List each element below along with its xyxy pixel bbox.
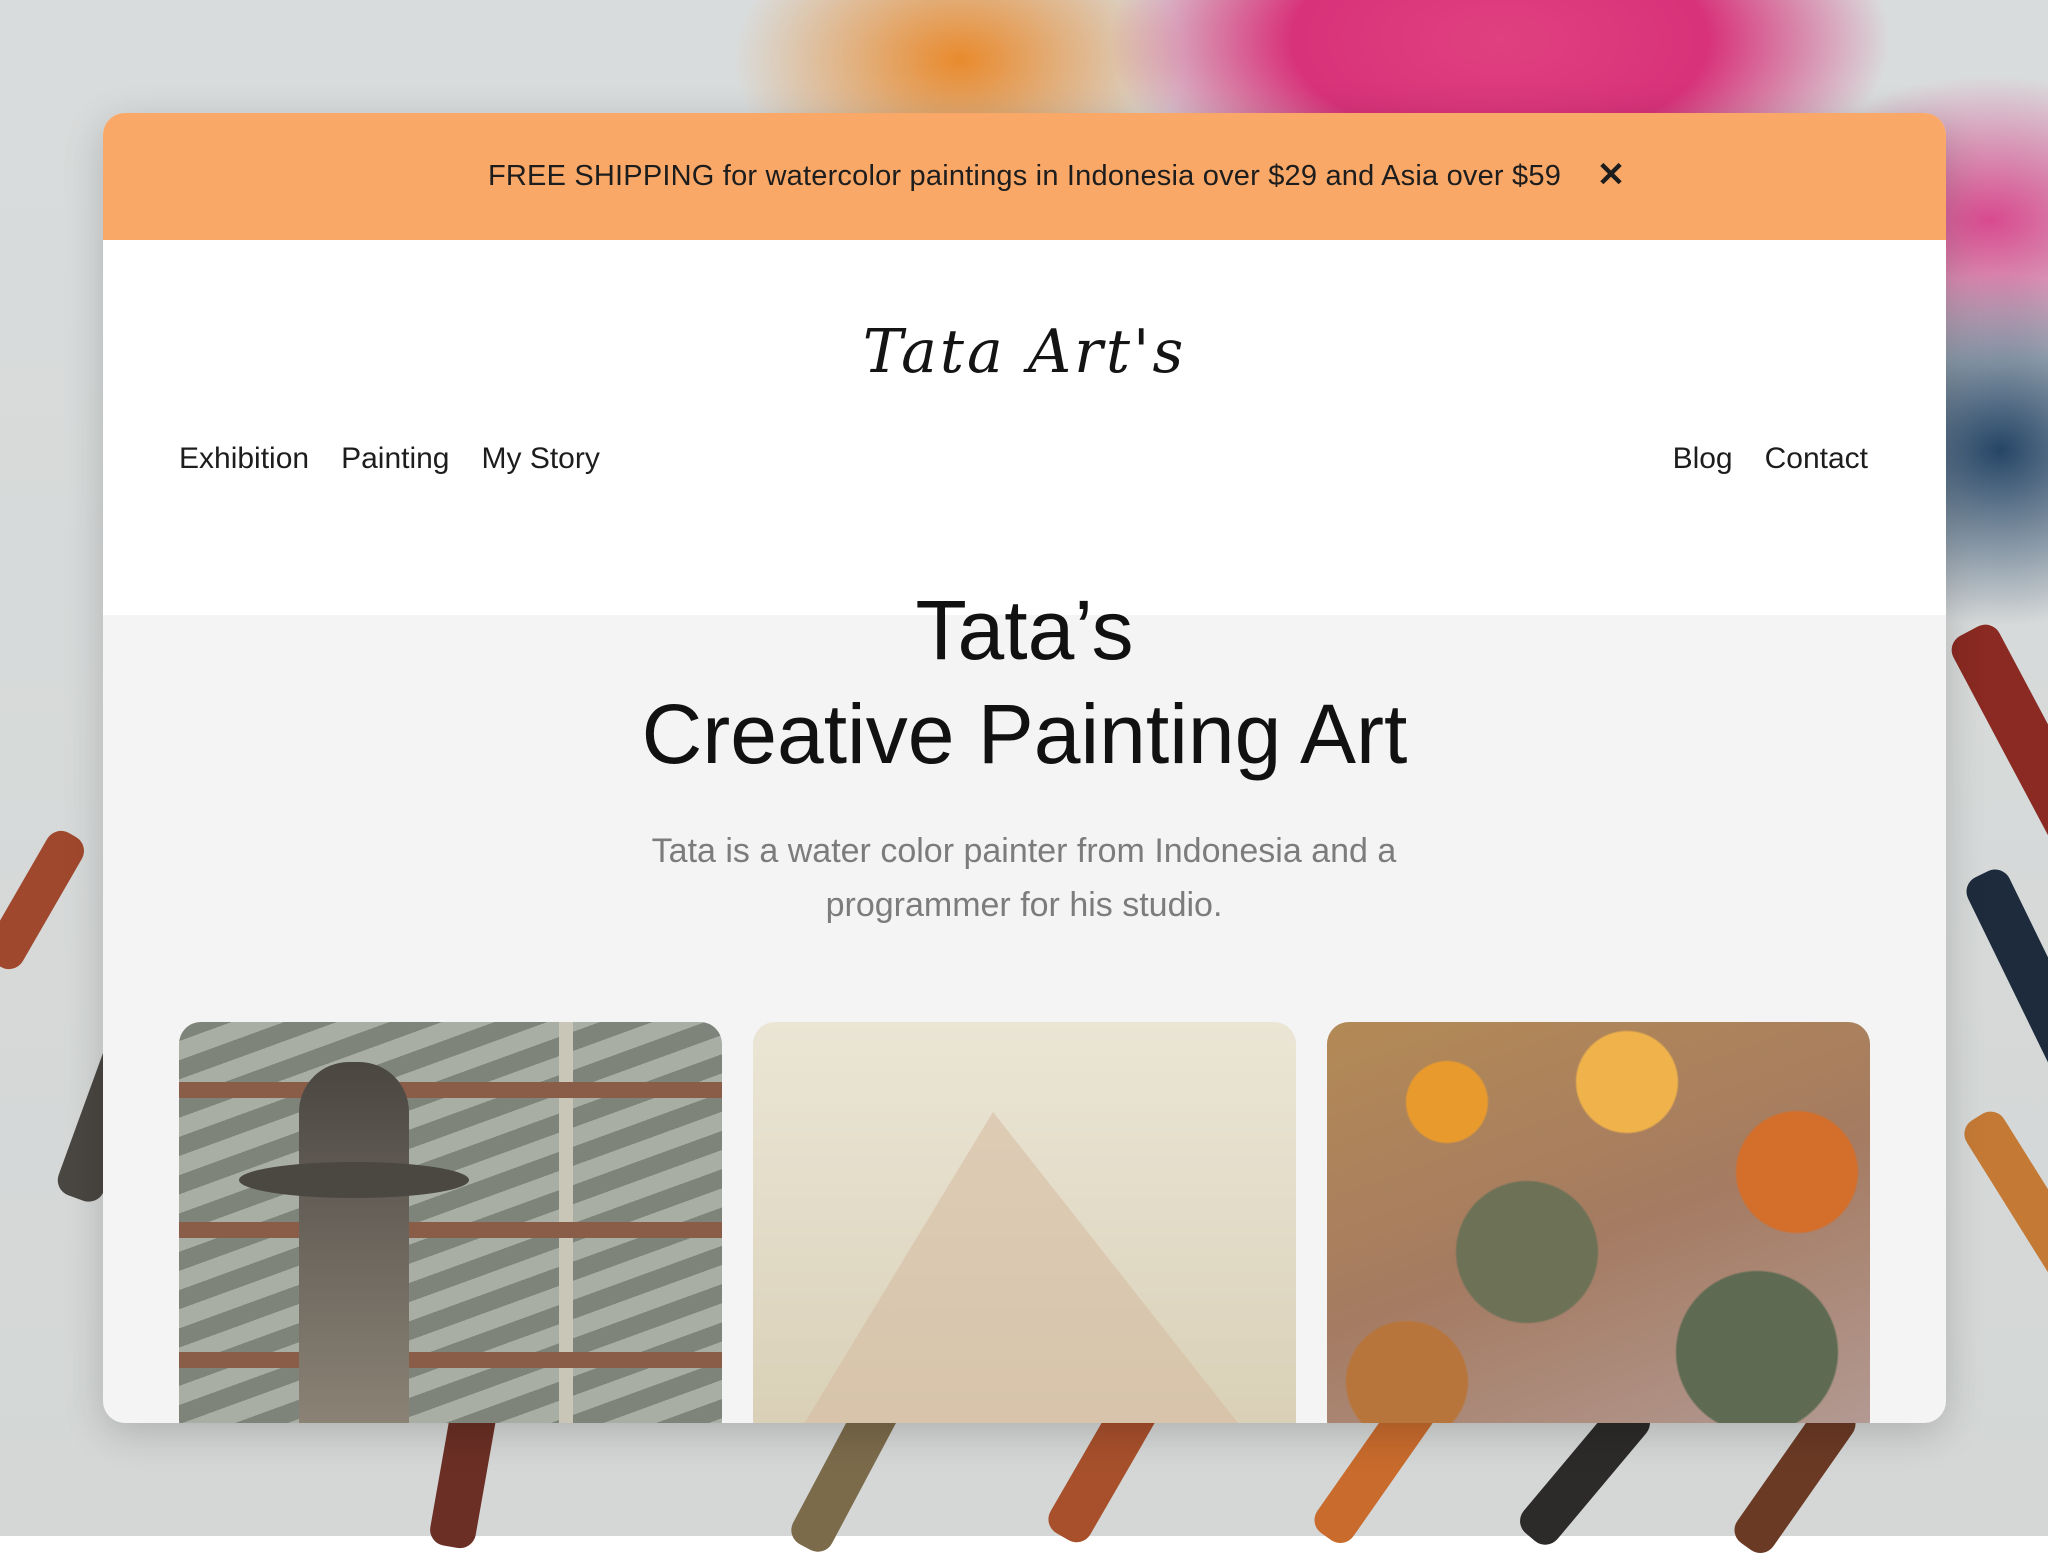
- hero-title-line-1: Tata’s: [915, 583, 1134, 677]
- primary-nav: Exhibition Painting My Story: [179, 442, 600, 476]
- paintbrush: [1946, 619, 2048, 873]
- nav-item-painting[interactable]: Painting: [341, 442, 449, 476]
- site-header: [103, 240, 1946, 615]
- secondary-nav: Blog Contact: [1673, 442, 1868, 476]
- hero-title-line-2: Creative Painting Art: [641, 687, 1408, 781]
- gallery-image-autumn-foliage-painting[interactable]: [1327, 1022, 1870, 1423]
- nav-item-my-story[interactable]: My Story: [482, 442, 600, 476]
- nav-item-blog[interactable]: Blog: [1673, 442, 1733, 476]
- nav-item-contact[interactable]: Contact: [1765, 442, 1868, 476]
- announcement-text: FREE SHIPPING for watercolor paintings i…: [487, 160, 1562, 192]
- paintbrush: [1961, 864, 2048, 1082]
- close-icon[interactable]: ✕: [1591, 155, 1631, 195]
- gallery-image-fountain-painting[interactable]: [179, 1022, 722, 1423]
- hero-subtitle: Tata is a water color painter from Indon…: [651, 832, 1397, 924]
- site-logo[interactable]: Tata Art's: [103, 317, 1946, 387]
- hero-title: Tata’s Creative Painting Art: [103, 578, 1946, 786]
- browser-window: FREE SHIPPING for watercolor paintings i…: [103, 113, 1946, 1423]
- nav-item-exhibition[interactable]: Exhibition: [179, 442, 309, 476]
- paintbrush: [0, 825, 90, 975]
- paintbrush: [1958, 1105, 2048, 1299]
- gallery-image-mountain-watercolor[interactable]: [753, 1022, 1296, 1423]
- announcement-bar: FREE SHIPPING for watercolor paintings i…: [103, 113, 1946, 240]
